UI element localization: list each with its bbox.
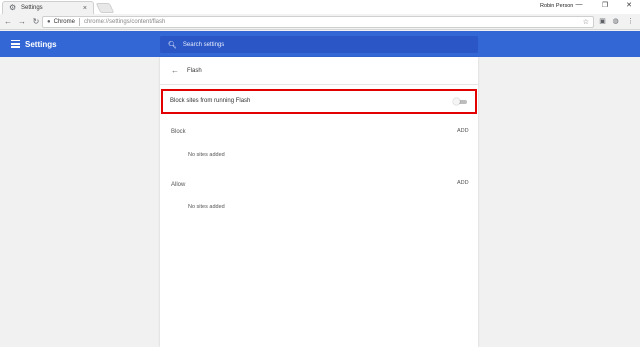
separator [78,18,80,26]
profile-avatar-icon[interactable]: ◍ [611,17,620,26]
chrome-page-icon: ● [47,19,51,25]
close-icon[interactable]: × [83,5,87,12]
search-input[interactable]: 🔍︎ Search settings [160,36,478,53]
close-window-button[interactable]: ✕ [620,1,638,9]
allow-section-label: Allow [171,182,186,188]
tab-strip: ⚙ Settings × Robin Person — ❐ ✕ [0,0,640,14]
browser-toolbar: ← → ↻ ● Chrome chrome://settings/content… [0,14,640,30]
block-section-label: Block [171,129,186,135]
bookmark-star-icon[interactable]: ☆ [583,18,589,26]
url-text[interactable]: chrome://settings/content/flash [84,19,165,25]
back-arrow-icon[interactable]: ← [171,67,179,75]
search-placeholder: Search settings [182,41,225,48]
allow-add-button[interactable]: ADD [457,180,469,186]
extension-icon[interactable]: ▣ [598,17,607,26]
hamburger-menu-icon[interactable] [11,40,20,48]
more-menu-icon[interactable]: ⋮ [626,17,635,26]
tab-title: Settings [21,5,43,11]
allow-empty-text: No sites added [188,204,225,210]
forward-arrow-icon[interactable]: → [16,17,28,26]
subpage-title: Flash [187,68,202,74]
back-arrow-icon[interactable]: ← [2,17,14,26]
tab-settings[interactable]: ⚙ Settings × [2,1,94,14]
block-add-button[interactable]: ADD [457,128,469,134]
block-empty-text: No sites added [188,152,225,158]
address-bar[interactable]: ● Chrome chrome://settings/content/flash… [42,16,594,28]
subpage-header: ← Flash [160,57,478,85]
profile-name[interactable]: Robin Person [540,3,573,9]
browser-window: ⚙ Settings × Robin Person — ❐ ✕ ← → ↻ ● … [0,0,640,347]
gear-icon: ⚙ [9,3,17,12]
search-icon: 🔍︎ [168,41,177,49]
maximize-button[interactable]: ❐ [596,1,614,9]
minimize-button[interactable]: — [570,1,588,8]
site-label: Chrome [53,19,75,25]
new-tab-button[interactable] [95,3,115,13]
reload-icon[interactable]: ↻ [30,17,42,26]
page-title: Settings [25,40,57,49]
highlight-box [161,89,477,114]
